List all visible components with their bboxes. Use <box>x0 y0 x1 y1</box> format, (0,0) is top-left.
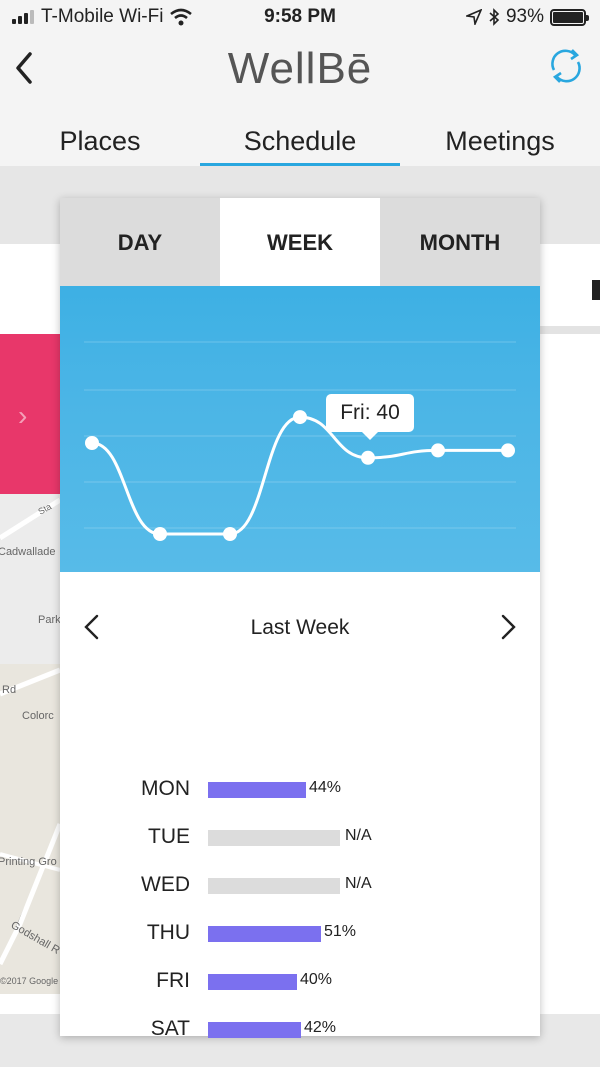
stat-bar <box>208 782 306 798</box>
map-attribution: ©2017 Google <box>0 976 59 986</box>
bluetooth-icon <box>489 8 500 26</box>
stat-day-label: MON <box>141 777 190 800</box>
chart-svg <box>84 341 516 541</box>
period-segmented-control: DAY WEEK MONTH <box>60 198 540 286</box>
period-tab-day[interactable]: DAY <box>60 198 220 286</box>
main-tabs: Places Schedule Meetings <box>0 114 600 166</box>
chart-point-mon[interactable] <box>85 436 99 450</box>
chart-point-fri[interactable] <box>361 450 375 465</box>
chart-point-tue[interactable] <box>153 527 167 541</box>
chart-point-sun[interactable] <box>501 443 515 458</box>
battery-icon <box>550 8 589 26</box>
chart-points <box>85 410 515 541</box>
stat-day-label: WED <box>141 873 190 896</box>
status-right: 93% <box>465 6 589 28</box>
stat-row-wed: WED N/A <box>60 871 540 901</box>
map-label: Cadwallade <box>0 546 56 558</box>
tab-schedule[interactable]: Schedule <box>200 114 400 166</box>
stat-row-mon: MON 44% <box>60 775 540 805</box>
stat-bar <box>208 878 340 894</box>
stat-row-sun: SUN42% <box>60 1063 540 1067</box>
stat-value: 40% <box>300 971 333 988</box>
tab-meetings[interactable]: Meetings <box>400 114 600 166</box>
period-navigator: Last Week <box>60 572 540 684</box>
background-text-fragment <box>592 280 600 300</box>
chart-series-line <box>90 415 510 536</box>
stat-value: 42% <box>304 1019 337 1036</box>
period-tab-month[interactable]: MONTH <box>380 198 540 286</box>
pink-card[interactable]: › <box>0 334 60 494</box>
stat-value: N/A <box>345 875 372 892</box>
map-label: Printing Gro <box>0 856 57 868</box>
stat-row-thu: THU 51% <box>60 919 540 949</box>
tab-places[interactable]: Places <box>0 114 200 166</box>
stat-bar <box>208 1022 301 1038</box>
chevron-right-icon: › <box>18 400 28 431</box>
chart-point-wed[interactable] <box>223 527 237 541</box>
map-label: Rd <box>2 684 17 696</box>
line-chart: Fri: 40 <box>60 286 540 572</box>
stat-value: 44% <box>309 779 342 796</box>
stat-bar <box>208 974 297 990</box>
battery-percent: 93% <box>505 6 544 27</box>
period-label: Last Week <box>250 616 350 639</box>
location-arrow-icon <box>465 9 482 25</box>
map-view[interactable]: Cadwallade Park C Rd Colorc Printing Gro… <box>0 494 60 994</box>
refresh-button[interactable] <box>546 46 586 86</box>
next-period-button[interactable] <box>496 612 520 642</box>
stats-panel: DAY WEEK MONTH Fri: 40 Last Week MON 44% T… <box>60 198 540 1067</box>
chart-point-thu[interactable] <box>293 410 307 425</box>
period-tab-week[interactable]: WEEK <box>220 198 380 286</box>
chart-gridlines <box>84 341 516 529</box>
stat-row-sat: SAT 42% <box>60 1015 540 1045</box>
stat-row-tue: TUE N/A <box>60 823 540 853</box>
chart-tooltip: Fri: 40 <box>326 394 414 440</box>
background-divider <box>540 326 600 334</box>
nav-bar: WellBē <box>0 34 600 114</box>
stat-row-fri: FRI 40% <box>60 967 540 997</box>
app-logo: WellBē <box>227 44 373 93</box>
stat-bar <box>208 830 340 846</box>
stat-value: 51% <box>324 923 357 940</box>
stat-day-label: FRI <box>156 969 190 992</box>
status-bar: T-Mobile Wi-Fi 9:58 PM 93% <box>0 0 600 34</box>
stat-bar <box>208 926 321 942</box>
map-label: Park C <box>38 614 60 626</box>
stat-day-label: THU <box>146 921 190 944</box>
stat-day-label: TUE <box>148 825 190 848</box>
stat-value: N/A <box>345 827 372 844</box>
map-label: Colorc <box>22 710 54 722</box>
map-roads <box>0 494 60 966</box>
chart-point-sat[interactable] <box>431 443 445 458</box>
stat-day-label: SAT <box>150 1017 190 1040</box>
